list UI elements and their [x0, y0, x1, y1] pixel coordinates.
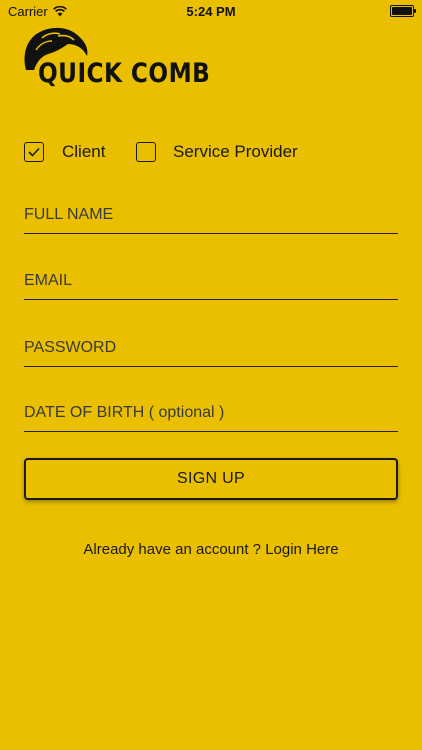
client-option[interactable]: Client	[24, 140, 105, 164]
password-field	[24, 330, 398, 367]
role-selector: Client Service Provider	[24, 140, 404, 164]
full-name-field	[24, 197, 398, 234]
login-link[interactable]: Already have an account ? Login Here	[0, 541, 422, 558]
app-logo: QUICK COMB	[22, 26, 210, 96]
full-name-input[interactable]	[24, 197, 398, 233]
email-field	[24, 263, 398, 300]
status-time: 5:24 PM	[186, 4, 236, 19]
service-provider-label: Service Provider	[173, 142, 298, 161]
date-of-birth-field	[24, 395, 398, 432]
service-provider-option[interactable]: Service Provider	[136, 140, 298, 164]
status-bar: Carrier 5:24 PM	[0, 0, 422, 22]
battery-icon	[390, 5, 416, 17]
client-checkbox[interactable]	[24, 142, 44, 162]
logo-text: QUICK COMB	[38, 58, 211, 89]
client-label: Client	[62, 142, 106, 161]
checkmark-icon	[28, 147, 40, 157]
date-of-birth-input[interactable]	[24, 395, 398, 431]
sign-up-button[interactable]: SIGN UP	[24, 458, 398, 500]
email-input[interactable]	[24, 263, 398, 299]
service-provider-checkbox[interactable]	[136, 142, 156, 162]
password-input[interactable]	[24, 330, 398, 366]
